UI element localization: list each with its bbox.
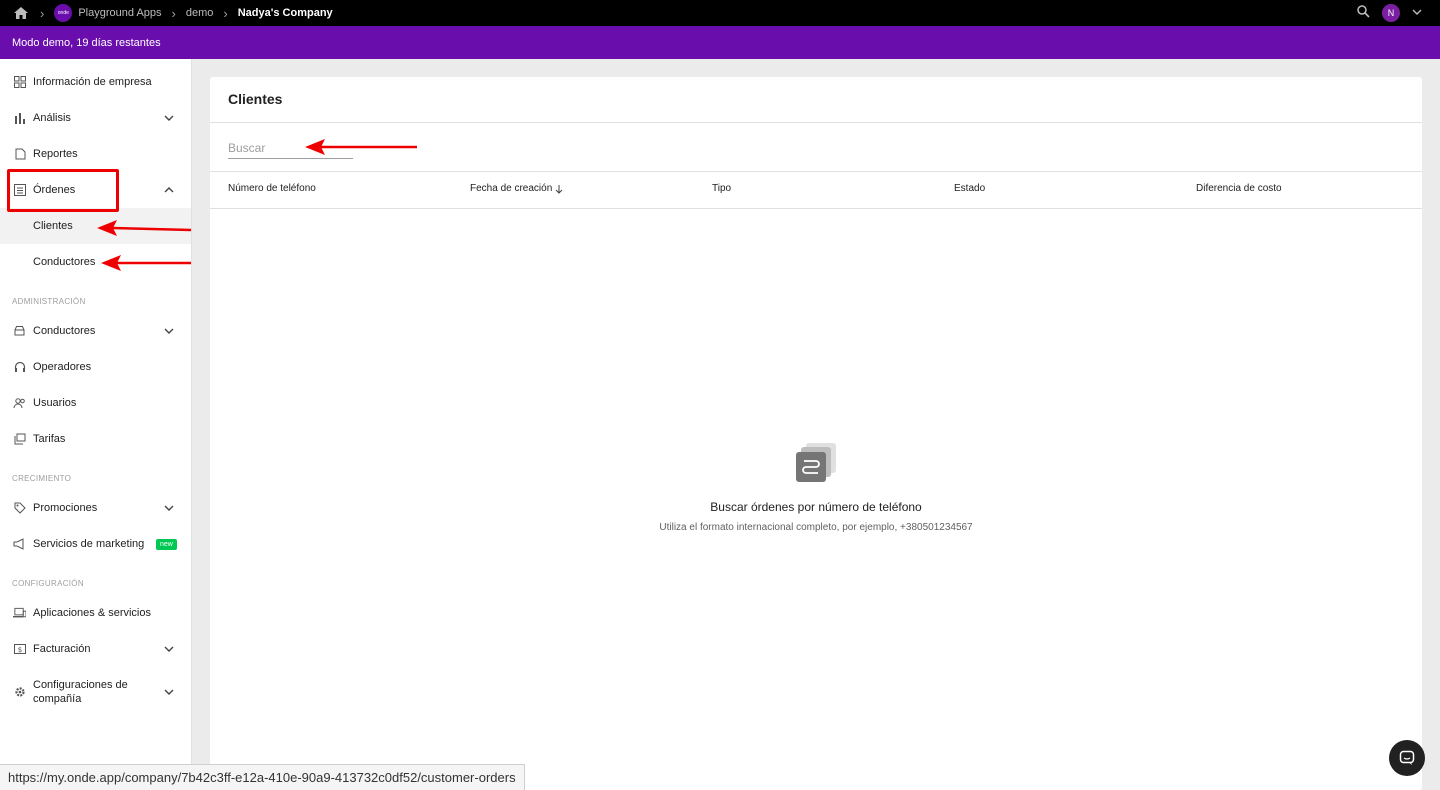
breadcrumb-playground-apps[interactable]: Playground Apps: [78, 7, 161, 19]
arrow-down-icon: [555, 184, 563, 194]
sidebar-item-label: Aplicaciones & servicios: [33, 607, 151, 619]
sidebar-item-company-info[interactable]: Información de empresa: [0, 64, 191, 100]
annotation-arrow: [101, 255, 191, 271]
sidebar-item-label: Operadores: [33, 361, 92, 373]
app-logo: onde: [54, 4, 73, 22]
annotation-arrow: [305, 139, 417, 155]
divider: [210, 122, 1422, 123]
avatar[interactable]: N: [1382, 4, 1400, 22]
new-badge: new: [156, 538, 177, 550]
main-card: Clientes Número de teléfono Fecha de cre…: [210, 77, 1422, 790]
chevron-right-icon: ›: [40, 5, 45, 21]
chevron-up-icon: [164, 187, 174, 193]
sidebar-item-company-settings[interactable]: Configuraciones de compañía: [0, 674, 191, 710]
chat-button[interactable]: [1389, 740, 1425, 776]
sidebar-item-label: Tarifas: [33, 433, 66, 445]
car-icon: [13, 325, 26, 338]
column-header-created[interactable]: Fecha de creación: [470, 183, 564, 194]
chevron-down-icon: [164, 689, 174, 695]
divider: [210, 171, 1422, 172]
sidebar-item-label: Servicios de marketing: [33, 538, 145, 550]
sidebar-item-label: Análisis: [33, 112, 71, 124]
sidebar-item-marketing[interactable]: Servicios de marketing new: [0, 526, 191, 562]
chat-icon: [1399, 750, 1415, 765]
column-header-label: Fecha de creación: [470, 183, 553, 194]
chevron-right-icon: ›: [171, 5, 176, 21]
status-bar-url: https://my.onde.app/company/7b42c3ff-e12…: [0, 764, 525, 790]
sidebar-item-operators[interactable]: Operadores: [0, 349, 191, 385]
svg-text:$: $: [17, 646, 21, 654]
sidebar-item-label: Conductores: [33, 256, 96, 268]
headset-icon: [13, 361, 26, 374]
sidebar-item-label: Reportes: [33, 148, 78, 160]
breadcrumb-demo[interactable]: demo: [186, 7, 214, 19]
tag-icon: [13, 502, 26, 515]
page-title: Clientes: [228, 91, 283, 107]
sidebar-item-users[interactable]: Usuarios: [0, 385, 191, 421]
sidebar-item-promotions[interactable]: Promociones: [0, 490, 191, 526]
demo-banner: Modo demo, 19 días restantes: [0, 26, 1440, 59]
sidebar-item-billing[interactable]: $ Facturación: [0, 631, 191, 667]
chevron-right-icon: ›: [223, 5, 228, 21]
column-header-status[interactable]: Estado: [954, 183, 985, 194]
chevron-down-icon[interactable]: [1412, 7, 1422, 19]
chevron-down-icon: [164, 646, 174, 652]
users-icon: [13, 397, 26, 410]
home-icon[interactable]: [12, 4, 30, 22]
sidebar-item-label: Conductores: [33, 325, 96, 337]
empty-state-title: Buscar órdenes por número de teléfono: [710, 500, 922, 514]
demo-banner-text: Modo demo, 19 días restantes: [12, 36, 161, 49]
sidebar-item-label: Promociones: [33, 502, 98, 514]
section-header-config: CONFIGURACIÓN: [12, 579, 84, 588]
empty-state-subtitle: Utiliza el formato internacional complet…: [659, 522, 973, 533]
annotation-arrow: [97, 220, 192, 236]
breadcrumb-company[interactable]: Nadya's Company: [238, 7, 333, 19]
megaphone-icon: [13, 538, 26, 551]
sidebar-item-label: Facturación: [33, 643, 91, 655]
column-header-phone[interactable]: Número de teléfono: [228, 183, 316, 194]
section-header-admin: ADMINISTRACIÓN: [12, 297, 86, 306]
column-header-cost-diff[interactable]: Diferencia de costo: [1196, 183, 1282, 194]
divider: [210, 208, 1422, 209]
document-icon: [13, 148, 26, 161]
sidebar-item-apps-services[interactable]: Aplicaciones & servicios: [0, 595, 191, 631]
bar-chart-icon: [13, 112, 26, 125]
sidebar-item-label-line2: compañía: [33, 693, 82, 705]
sidebar-item-label: Configuraciones de compañía: [33, 678, 128, 706]
chevron-down-icon: [164, 328, 174, 334]
gear-icon: [13, 686, 26, 699]
section-header-growth: CRECIMIENTO: [12, 474, 72, 483]
tariff-icon: [13, 433, 26, 446]
search-icon[interactable]: [1357, 5, 1370, 21]
sidebar-item-analysis[interactable]: Análisis: [0, 100, 191, 136]
chevron-down-icon: [164, 115, 174, 121]
sidebar-item-label: Usuarios: [33, 397, 77, 409]
sidebar-item-label: Información de empresa: [33, 76, 152, 88]
annotation-box: [7, 169, 119, 212]
sidebar-item-label: Clientes: [33, 220, 73, 232]
top-bar: › onde Playground Apps › demo › Nadya's …: [0, 0, 1440, 26]
sidebar-item-drivers[interactable]: Conductores: [0, 313, 191, 349]
sidebar-item-reports[interactable]: Reportes: [0, 136, 191, 172]
billing-icon: $: [13, 643, 26, 656]
devices-icon: [13, 607, 26, 620]
route-search-icon: [796, 443, 836, 482]
sidebar-item-tariffs[interactable]: Tarifas: [0, 421, 191, 457]
grid-icon: [13, 76, 26, 89]
chevron-down-icon: [164, 505, 174, 511]
column-header-type[interactable]: Tipo: [712, 183, 731, 194]
sidebar-item-label-line1: Configuraciones de: [33, 679, 128, 691]
